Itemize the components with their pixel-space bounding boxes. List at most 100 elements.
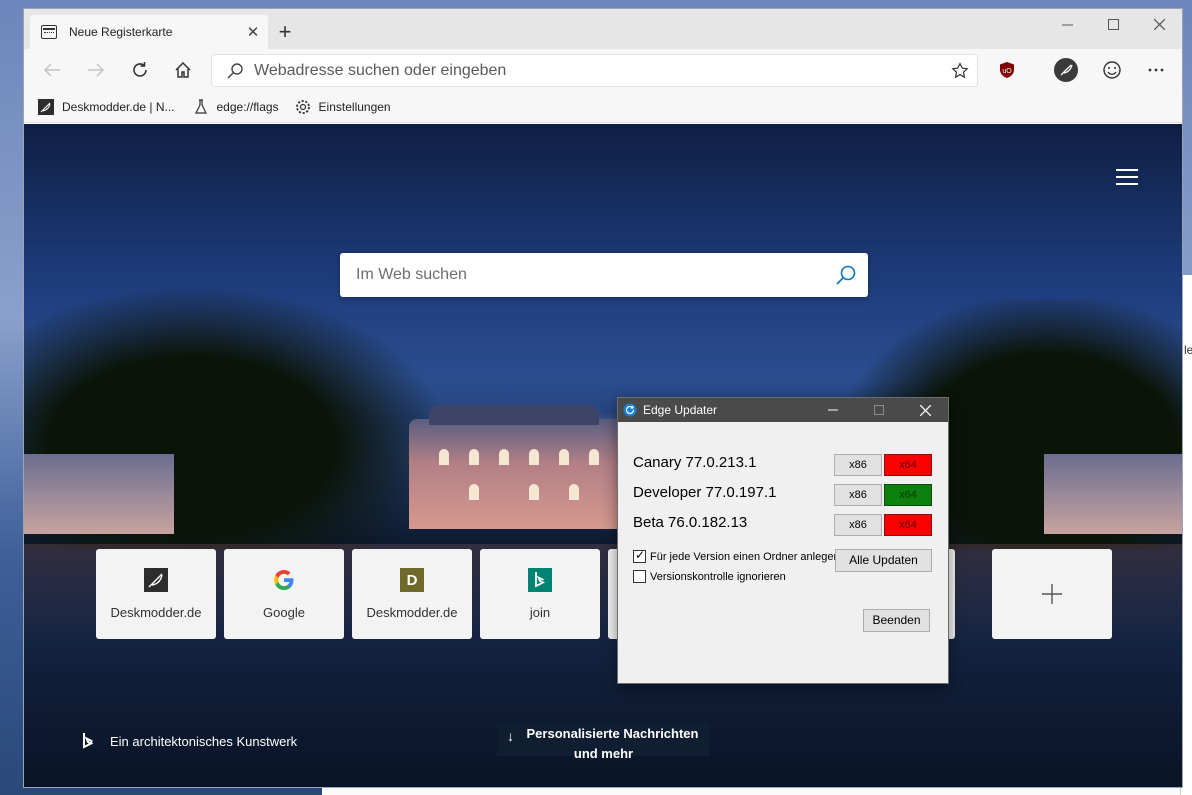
favorite-label: Deskmodder.de | N... (62, 99, 175, 114)
d-letter-icon: D (400, 568, 424, 592)
search-icon[interactable] (824, 264, 868, 286)
maximize-button[interactable] (1090, 9, 1136, 39)
address-bar[interactable] (212, 55, 977, 86)
dialog-minimize-button[interactable] (810, 398, 856, 422)
version-beta: Beta 76.0.182.13 (633, 514, 748, 531)
tab-new-tab[interactable]: Neue Registerkarte ✕ (30, 15, 268, 49)
favorite-label: edge://flags (216, 99, 279, 114)
version-developer: Developer 77.0.197.1 (633, 484, 777, 501)
developer-x64-button[interactable]: x64 (884, 484, 932, 506)
close-icon (919, 404, 931, 416)
web-search-box[interactable] (340, 253, 868, 297)
search-icon (227, 62, 243, 78)
favorites-bar: Deskmodder.de | N... edge://flags Einste… (24, 91, 1182, 123)
quick-link-tile[interactable]: Deskmodder.de (96, 549, 216, 639)
updater-refresh-icon (623, 403, 637, 417)
profile-button[interactable] (1050, 55, 1082, 85)
forward-button[interactable] (80, 55, 112, 85)
minimize-icon (828, 409, 838, 411)
ublock-shield-icon: uO (1000, 62, 1014, 78)
new-tab-button[interactable]: + (272, 19, 298, 45)
favorite-star-icon[interactable] (951, 61, 969, 80)
tile-label: Deskmodder.de (110, 605, 202, 620)
favorite-edge-flags[interactable]: edge://flags (193, 98, 279, 115)
favorite-label: Einstellungen (318, 99, 391, 114)
quick-link-tile[interactable]: D Deskmodder.de (352, 549, 472, 639)
tab-close-button[interactable]: ✕ (242, 23, 264, 41)
background-building-left (24, 454, 174, 534)
feather-icon (38, 98, 54, 115)
news-button-line1: Personalisierte Nachrichten (526, 726, 699, 741)
more-menu-button[interactable] (1140, 55, 1172, 85)
beta-x86-button[interactable]: x86 (834, 514, 882, 536)
bing-logo-icon (83, 733, 94, 749)
beta-x64-button[interactable]: x64 (884, 514, 932, 536)
personalized-news-button[interactable]: ↓ Personalisierte Nachrichten und mehr (497, 724, 710, 761)
web-search-input[interactable] (356, 266, 824, 284)
quick-link-tile[interactable]: join (480, 549, 600, 639)
profile-feather-icon (1054, 58, 1078, 82)
arrow-left-icon (43, 63, 60, 77)
more-dots-icon (1148, 68, 1164, 72)
back-button[interactable] (36, 55, 68, 85)
dialog-close-button[interactable] (902, 398, 948, 422)
favorite-deskmodder[interactable]: Deskmodder.de | N... (38, 98, 175, 115)
background-window-text: le (1184, 343, 1192, 357)
refresh-button[interactable] (124, 55, 156, 85)
tile-label: Deskmodder.de (366, 605, 458, 620)
flask-icon (193, 98, 209, 115)
dialog-maximize-button (856, 398, 902, 422)
ignore-version-control-checkbox[interactable]: Versionskontrolle ignorieren (633, 570, 786, 583)
new-tab-page: Deskmodder.de Google D Deskmodder.de joi… (24, 124, 1182, 787)
version-canary: Canary 77.0.213.1 (633, 454, 757, 471)
feather-icon (144, 568, 168, 592)
title-bar: Neue Registerkarte ✕ + (24, 9, 1182, 49)
tab-title: Neue Registerkarte (69, 25, 173, 39)
add-quick-link-tile[interactable] (992, 549, 1112, 639)
arrow-down-icon: ↓ (507, 728, 514, 744)
canary-x64-button[interactable]: x64 (884, 454, 932, 476)
edge-updater-dialog: Edge Updater Canary 77.0.213.1 x86 x64 D… (617, 397, 949, 684)
minimize-icon (1061, 24, 1073, 25)
background-palace (409, 405, 624, 529)
feedback-button[interactable] (1096, 55, 1128, 85)
favorite-settings[interactable]: Einstellungen (295, 99, 391, 115)
dialog-title: Edge Updater (643, 403, 718, 417)
update-all-button[interactable]: Alle Updaten (835, 549, 932, 572)
minimize-button[interactable] (1044, 9, 1090, 39)
maximize-icon (1107, 18, 1119, 30)
folder-per-version-checkbox[interactable]: Für jede Version einen Ordner anlegen (633, 548, 840, 563)
home-button[interactable] (167, 55, 199, 85)
arrow-right-icon (88, 63, 105, 77)
ublock-extension-button[interactable]: uO (991, 55, 1023, 85)
page-settings-menu-button[interactable] (1116, 169, 1138, 185)
checkbox-unchecked[interactable] (633, 570, 646, 583)
google-icon (272, 568, 296, 592)
background-building-right (1044, 454, 1182, 534)
checkbox-checked[interactable] (633, 548, 646, 563)
dialog-title-bar[interactable]: Edge Updater (618, 398, 948, 422)
bing-icon (528, 568, 552, 592)
image-caption[interactable]: Ein architektonisches Kunstwerk (82, 732, 297, 750)
refresh-icon (133, 62, 147, 77)
image-caption-text: Ein architektonisches Kunstwerk (110, 733, 298, 749)
plus-icon (1042, 584, 1062, 604)
address-input[interactable] (254, 61, 951, 80)
close-window-button[interactable] (1136, 9, 1182, 39)
maximize-icon (874, 405, 884, 415)
quick-link-tile[interactable]: Google (224, 549, 344, 639)
developer-x86-button[interactable]: x86 (834, 484, 882, 506)
canary-x86-button[interactable]: x86 (834, 454, 882, 476)
home-icon (175, 61, 191, 78)
checkbox-label: Versionskontrolle ignorieren (650, 570, 786, 583)
navigation-toolbar: uO (24, 49, 1182, 91)
tile-label: join (529, 605, 551, 620)
smiley-icon (1103, 61, 1121, 79)
quit-button[interactable]: Beenden (863, 609, 930, 632)
close-icon (1153, 18, 1165, 30)
svg-text:uO: uO (1002, 68, 1012, 75)
tile-label: Google (263, 605, 305, 620)
checkbox-label: Für jede Version einen Ordner anlegen (650, 550, 840, 563)
gear-icon (295, 99, 311, 115)
browser-window: Neue Registerkarte ✕ + Webadresse suchen… (23, 8, 1183, 788)
